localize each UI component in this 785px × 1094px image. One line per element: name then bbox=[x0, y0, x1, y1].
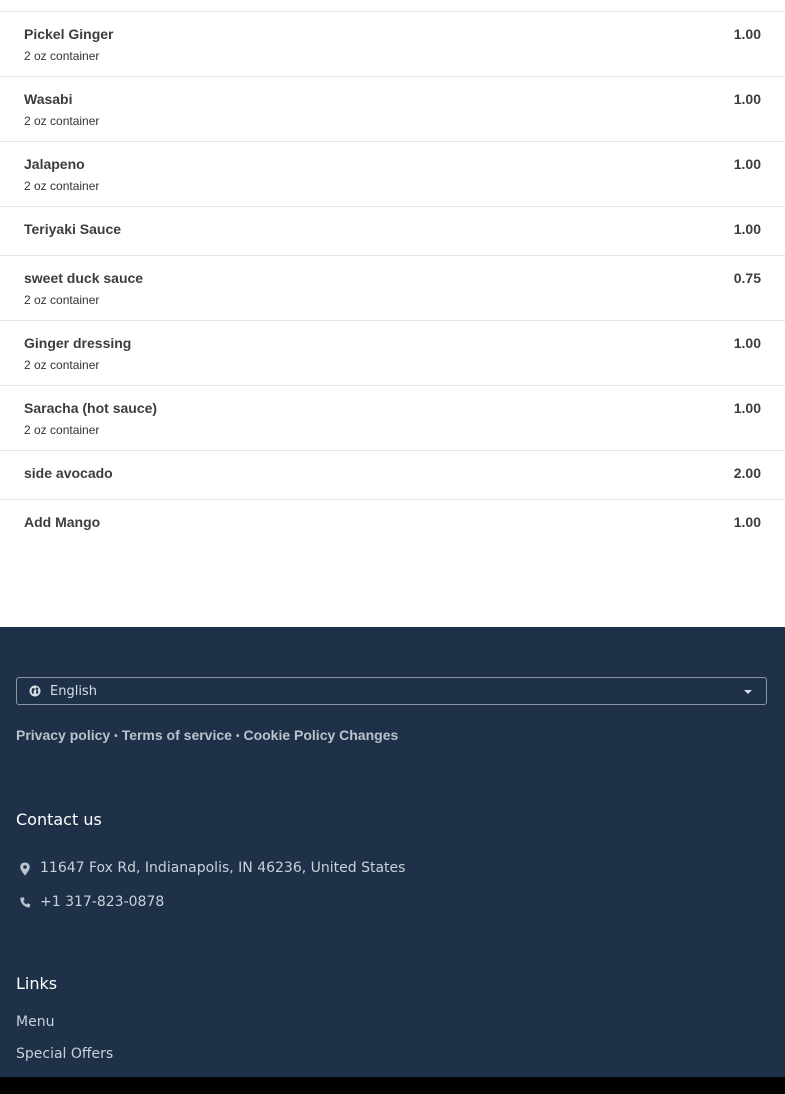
menu-item-jalapeno[interactable]: Jalapeno 2 oz container 1.00 bbox=[0, 142, 785, 207]
item-description: 2 oz container bbox=[24, 49, 100, 63]
item-name: Jalapeno bbox=[24, 156, 85, 172]
item-description: 2 oz container bbox=[24, 423, 100, 437]
separator-dot: • bbox=[114, 731, 118, 742]
bottom-bar bbox=[0, 1077, 785, 1094]
footer-link-special-offers[interactable]: Special Offers bbox=[16, 1046, 113, 1062]
menu-item-add-mango[interactable]: Add Mango 1.00 bbox=[0, 500, 785, 549]
language-select[interactable]: English bbox=[16, 677, 767, 705]
separator-dot: • bbox=[235, 731, 240, 742]
item-name: side avocado bbox=[24, 465, 113, 481]
item-price: 1.00 bbox=[733, 514, 761, 530]
item-name: sweet duck sauce bbox=[24, 270, 144, 286]
chevron-down-icon bbox=[744, 690, 752, 694]
site-footer: English Privacy policy • Terms of service •… bbox=[0, 627, 785, 1077]
footer-link-menu[interactable]: Menu bbox=[16, 1014, 54, 1030]
item-description: 2 oz container bbox=[24, 114, 100, 128]
menu-item-sweet-duck-sauce[interactable]: sweet duck sauce 2 oz container 0.75 bbox=[0, 256, 785, 321]
item-price: 1.00 bbox=[733, 26, 761, 42]
item-price: 0.75 bbox=[733, 270, 761, 286]
menu-item-teriyaki-sauce[interactable]: Teriyaki Sauce 1.00 bbox=[0, 207, 785, 256]
item-price: 2.00 bbox=[733, 465, 761, 481]
privacy-policy-link[interactable]: Privacy policy bbox=[16, 727, 110, 743]
menu-item-side-avocado[interactable]: side avocado 2.00 bbox=[0, 451, 785, 500]
item-price: 1.00 bbox=[733, 221, 761, 237]
item-price: 1.00 bbox=[733, 400, 761, 416]
item-price: 1.00 bbox=[733, 156, 761, 172]
globe-icon bbox=[29, 685, 41, 697]
item-name: Wasabi bbox=[24, 91, 73, 107]
phone-icon bbox=[20, 897, 31, 908]
menu-item-list: Pickel Ginger 2 oz container 1.00 Wasabi… bbox=[0, 0, 785, 549]
item-name: Saracha (hot sauce) bbox=[24, 400, 158, 416]
links-heading: Links bbox=[16, 974, 58, 993]
cookie-policy-link[interactable]: Cookie Policy Changes bbox=[243, 727, 398, 743]
item-description: 2 oz container bbox=[24, 293, 100, 307]
item-price: 1.00 bbox=[733, 91, 761, 107]
language-selected-value: English bbox=[50, 684, 97, 699]
item-description: 2 oz container bbox=[24, 358, 100, 372]
menu-item-pickel-ginger[interactable]: Pickel Ginger 2 oz container 1.00 bbox=[0, 12, 785, 77]
menu-item-wasabi[interactable]: Wasabi 2 oz container 1.00 bbox=[0, 77, 785, 142]
contact-us-heading: Contact us bbox=[16, 810, 102, 829]
item-name: Pickel Ginger bbox=[24, 26, 114, 42]
item-name: Teriyaki Sauce bbox=[24, 221, 122, 237]
address-text: 11647 Fox Rd, Indianapolis, IN 46236, Un… bbox=[40, 860, 406, 876]
legal-links: Privacy policy • Terms of service • Cookie P… bbox=[16, 727, 398, 743]
item-price: 1.00 bbox=[733, 335, 761, 351]
item-name: Add Mango bbox=[24, 514, 101, 530]
phone-text: +1 317-823-0878 bbox=[40, 894, 165, 910]
menu-item-ginger-dressing[interactable]: Ginger dressing 2 oz container 1.00 bbox=[0, 321, 785, 386]
terms-of-service-link[interactable]: Terms of service bbox=[122, 727, 232, 743]
map-pin-icon bbox=[20, 862, 30, 876]
item-name: Ginger dressing bbox=[24, 335, 132, 351]
list-top-divider bbox=[0, 0, 785, 12]
item-description: 2 oz container bbox=[24, 179, 100, 193]
menu-item-saracha[interactable]: Saracha (hot sauce) 2 oz container 1.00 bbox=[0, 386, 785, 451]
